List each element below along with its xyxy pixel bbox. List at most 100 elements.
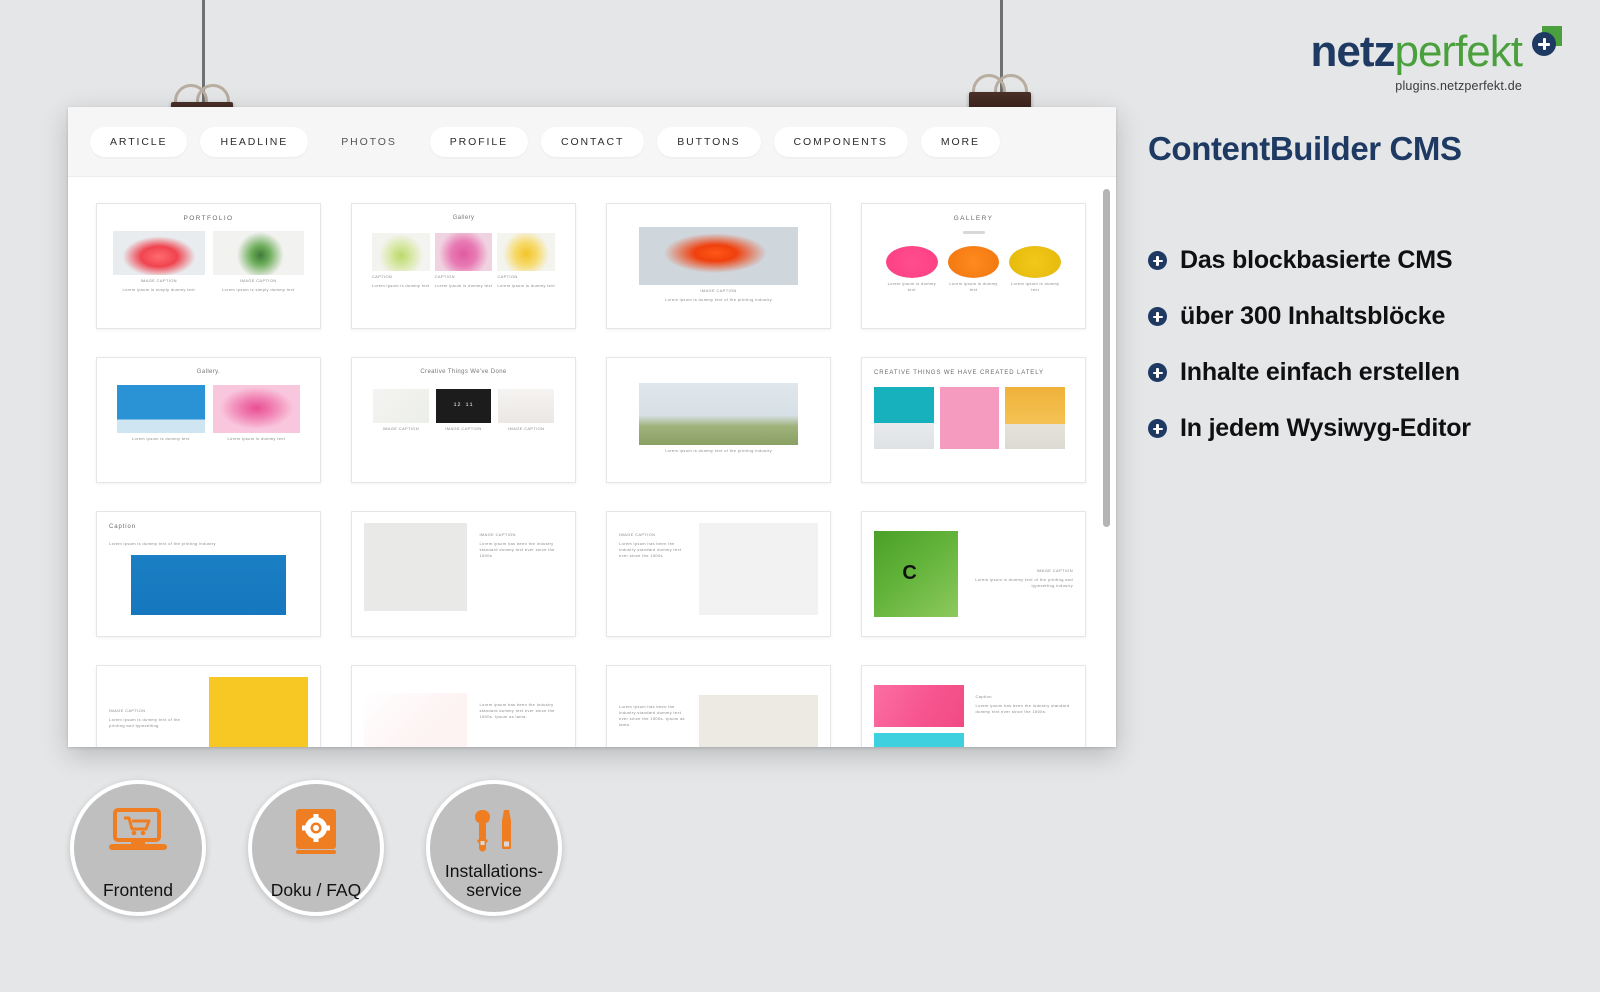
poster-stage: ARTICLE HEADLINE PHOTOS PROFILE CONTACT … [0, 0, 1600, 992]
tab-profile[interactable]: PROFILE [429, 126, 528, 157]
block-thumb [364, 523, 468, 611]
block-text-column: IMAGE CAPTION Lorem ipsum has been the i… [479, 523, 563, 559]
feature-label: über 300 Inhaltsblöcke [1180, 302, 1446, 330]
tab-photos[interactable]: PHOTOS [321, 127, 417, 157]
tab-contact[interactable]: CONTACT [540, 126, 645, 157]
block-thumb [130, 555, 287, 616]
badge-frontend[interactable]: Frontend [70, 780, 206, 916]
plus-badge-circle [1532, 32, 1556, 56]
block-card-yellow-square[interactable]: IMAGE CAPTION Lorem ipsum is dummy text … [96, 665, 321, 747]
tab-article[interactable]: ARTICLE [90, 126, 188, 157]
block-subcaption: Lorem ipsum is dummy text of the printin… [109, 717, 181, 728]
block-subcaption: Lorem ipsum has been the industry standa… [619, 541, 682, 558]
block-subcaption: Lorem ipsum has been the industry standa… [975, 703, 1070, 714]
block-thumb [498, 389, 555, 423]
block-thumb [1009, 245, 1062, 278]
block-image-row: Lorem ipsum is dummy text Lorem ipsum is… [874, 245, 1073, 293]
plus-circle-icon [1148, 363, 1167, 382]
block-subcaption: Lorem ipsum is dummy text [497, 283, 555, 288]
block-thumb [497, 233, 556, 271]
block-thumb [112, 231, 205, 275]
block-thumb [874, 387, 934, 450]
block-subcaption: Lorem ipsum is dummy text [434, 283, 493, 288]
tab-buttons[interactable]: BUTTONS [657, 126, 761, 157]
block-gallery-canvas: PORTFOLIO IMAGE CAPTION Lorem ipsum is s… [68, 177, 1116, 747]
block-card-cactus[interactable]: Lorem ipsum has been the industry standa… [606, 665, 831, 747]
wrench-screwdriver-icon [430, 808, 558, 858]
block-caption: IMAGE CAPTION [700, 288, 737, 293]
block-image-row: CAPTION Lorem ipsum is dummy text CAPTIO… [364, 233, 563, 289]
block-subcaption: Lorem ipsum is dummy text of the printin… [109, 541, 216, 547]
tab-headline[interactable]: HEADLINE [200, 126, 309, 157]
block-thumb: 12 11 [435, 389, 492, 423]
block-card-caption-above[interactable]: Caption Lorem ipsum is dummy text of the… [96, 511, 321, 637]
block-caption: IMAGE CAPTION [140, 278, 177, 283]
block-caption: Lorem ipsum is dummy text [227, 436, 286, 441]
netzperfekt-logo: netzperfekt plugins.netzperfekt.de [1310, 30, 1523, 94]
block-split: IMAGE CAPTION Lorem ipsum has been the i… [364, 523, 563, 611]
block-split: IMAGE CAPTION Lorem ipsum has been the i… [619, 523, 818, 615]
feature-item: Inhalte einfach erstellen [1148, 358, 1600, 387]
feature-list: Das blockbasierte CMS über 300 Inhaltsbl… [1148, 246, 1600, 470]
block-subcaption: Lorem ipsum is simply dummy text [122, 287, 196, 292]
badge-label: Installations-service [444, 861, 544, 901]
block-card-single-image[interactable]: IMAGE CAPTION Lorem ipsum is dummy text … [606, 203, 831, 329]
block-card-portfolio[interactable]: PORTFOLIO IMAGE CAPTION Lorem ipsum is s… [96, 203, 321, 329]
block-card-hero-image[interactable]: Lorem ipsum is dummy text of the printin… [606, 357, 831, 483]
block-thumb [698, 523, 818, 615]
block-caption: CAPTION [497, 274, 518, 279]
block-caption: CAPTION [434, 274, 455, 279]
block-text-column: IMAGE CAPTION Lorem ipsum is dummy text … [970, 559, 1073, 589]
block-image-row [874, 387, 1073, 450]
block-thumb [638, 383, 799, 445]
block-split: IMAGE CAPTION Lorem ipsum is dummy text … [109, 677, 308, 747]
block-title: CREATIVE THINGS WE HAVE CREATED LATELY [874, 370, 1044, 376]
block-grid: PORTFOLIO IMAGE CAPTION Lorem ipsum is s… [96, 203, 1086, 747]
block-split: Lorem ipsum has been the industry standa… [619, 695, 818, 747]
block-subcaption: Lorem ipsum is dummy text of the printin… [975, 577, 1073, 588]
block-split: Lorem ipsum has been the industry standa… [364, 693, 563, 747]
block-caption: Lorem ipsum is dummy text [1011, 280, 1060, 292]
block-card-created-lately[interactable]: CREATIVE THINGS WE HAVE CREATED LATELY [861, 357, 1086, 483]
feature-item: über 300 Inhaltsblöcke [1148, 302, 1600, 331]
block-card-text-left-image-right[interactable]: IMAGE CAPTION Lorem ipsum has been the i… [606, 511, 831, 637]
badge-label: Doku / FAQ [270, 880, 362, 901]
block-thumb [698, 695, 818, 747]
block-caption: Lorem ipsum is dummy text [887, 280, 936, 292]
badge-row: Frontend Doku / FAQ Installations- servi… [70, 780, 562, 916]
block-card-cherry[interactable]: Caption Lorem ipsum has been the industr… [861, 665, 1086, 747]
block-subcaption: Lorem ipsum is dummy text [371, 283, 430, 288]
block-title: GALLERY [953, 215, 994, 222]
block-caption: IMAGE CAPTION [382, 426, 419, 431]
block-thumb [364, 693, 468, 747]
block-card-green-c[interactable]: C IMAGE CAPTION Lorem ipsum is dummy tex… [861, 511, 1086, 637]
block-caption: IMAGE CAPTION [109, 708, 146, 713]
block-card-gallery-circles[interactable]: GALLERY Lorem ipsum is dummy text Lorem … [861, 203, 1086, 329]
badge-doku-faq[interactable]: Doku / FAQ [248, 780, 384, 916]
book-gear-icon [252, 808, 380, 856]
plus-circle-icon [1148, 419, 1167, 438]
block-caption: Lorem ipsum is dummy text of the printin… [665, 448, 772, 453]
block-image-row: IMAGE CAPTION Lorem ipsum is simply dumm… [109, 231, 308, 293]
block-card-image-left-text-right[interactable]: IMAGE CAPTION Lorem ipsum has been the i… [351, 511, 576, 637]
badge-installationsservice[interactable]: Installations-service [426, 780, 562, 916]
feature-label: In jedem Wysiwyg-Editor [1180, 414, 1471, 442]
badge-label: Frontend [102, 880, 174, 901]
logo-wordmark: netzperfekt [1310, 30, 1523, 74]
block-split: C IMAGE CAPTION Lorem ipsum is dummy tex… [874, 523, 1073, 625]
tab-components[interactable]: COMPONENTS [773, 126, 908, 157]
block-title: PORTFOLIO [183, 215, 234, 222]
feature-item: Das blockbasierte CMS [1148, 246, 1600, 275]
block-card-gallery-two[interactable]: Gallery. Lorem ipsum is dummy text Lorem… [96, 357, 321, 483]
block-caption: Lorem ipsum is dummy text [949, 280, 998, 292]
block-card-red-splatter[interactable]: Lorem ipsum has been the industry standa… [351, 665, 576, 747]
block-subcaption: Lorem ipsum is dummy text of the printin… [665, 297, 772, 302]
block-thumb [874, 685, 964, 727]
block-thumb [1005, 387, 1066, 450]
block-card-gallery-three[interactable]: Gallery CAPTION Lorem ipsum is dummy tex… [351, 203, 576, 329]
block-subcaption: Lorem ipsum has been the industry standa… [479, 541, 555, 558]
tab-more[interactable]: MORE [920, 126, 1000, 157]
block-card-creative-done[interactable]: Creative Things We've Done IMAGE CAPTION… [351, 357, 576, 483]
contentbuilder-panel: ARTICLE HEADLINE PHOTOS PROFILE CONTACT … [68, 107, 1116, 747]
vertical-scrollbar[interactable] [1103, 189, 1110, 527]
